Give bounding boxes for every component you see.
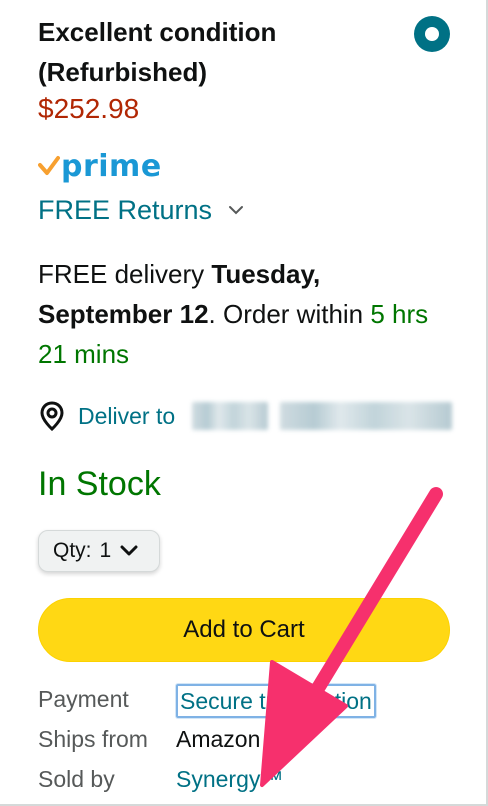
sold-by-seller-link[interactable]: Synergy™ [176, 764, 283, 794]
redacted-address [192, 402, 268, 430]
stock-status: In Stock [38, 465, 161, 503]
quantity-label: Qty: [53, 539, 92, 562]
free-returns-label: FREE Returns [38, 194, 213, 225]
delivery-message: FREE delivery Tuesday, September 12. Ord… [38, 254, 448, 374]
prime-check-icon [38, 156, 60, 175]
redacted-address [280, 402, 452, 430]
chevron-down-icon [229, 206, 244, 215]
deliver-to-label: Deliver to [78, 402, 176, 429]
sold-by-label: Sold by [38, 766, 115, 792]
ships-from-value: Amazon [176, 726, 261, 752]
quantity-value: 1 [99, 539, 112, 562]
payment-label: Payment [38, 686, 129, 712]
delivery-middle: . Order within [208, 299, 371, 329]
radio-selected-icon [425, 27, 439, 41]
ships-from-label: Ships from [38, 726, 148, 752]
location-pin-icon [40, 401, 64, 431]
secure-transaction-link[interactable]: Secure transaction [176, 684, 376, 718]
offer-price: $252.98 [38, 93, 140, 124]
deliver-to-link[interactable]: Deliver to [38, 398, 175, 434]
free-returns-link[interactable]: FREE Returns [38, 193, 244, 227]
prime-label: prime [61, 148, 162, 184]
condition-radio-button[interactable] [414, 16, 450, 52]
quantity-select[interactable]: Qty: 1 [38, 530, 160, 572]
chevron-down-icon [120, 545, 138, 556]
delivery-prefix: FREE delivery [38, 259, 212, 289]
condition-title: Excellent condition (Refurbished) [38, 17, 277, 87]
buying-option-card: Excellent condition (Refurbished) $252.9… [0, 0, 488, 806]
add-to-cart-button[interactable]: Add to Cart [38, 598, 450, 662]
prime-badge: prime [38, 148, 162, 184]
